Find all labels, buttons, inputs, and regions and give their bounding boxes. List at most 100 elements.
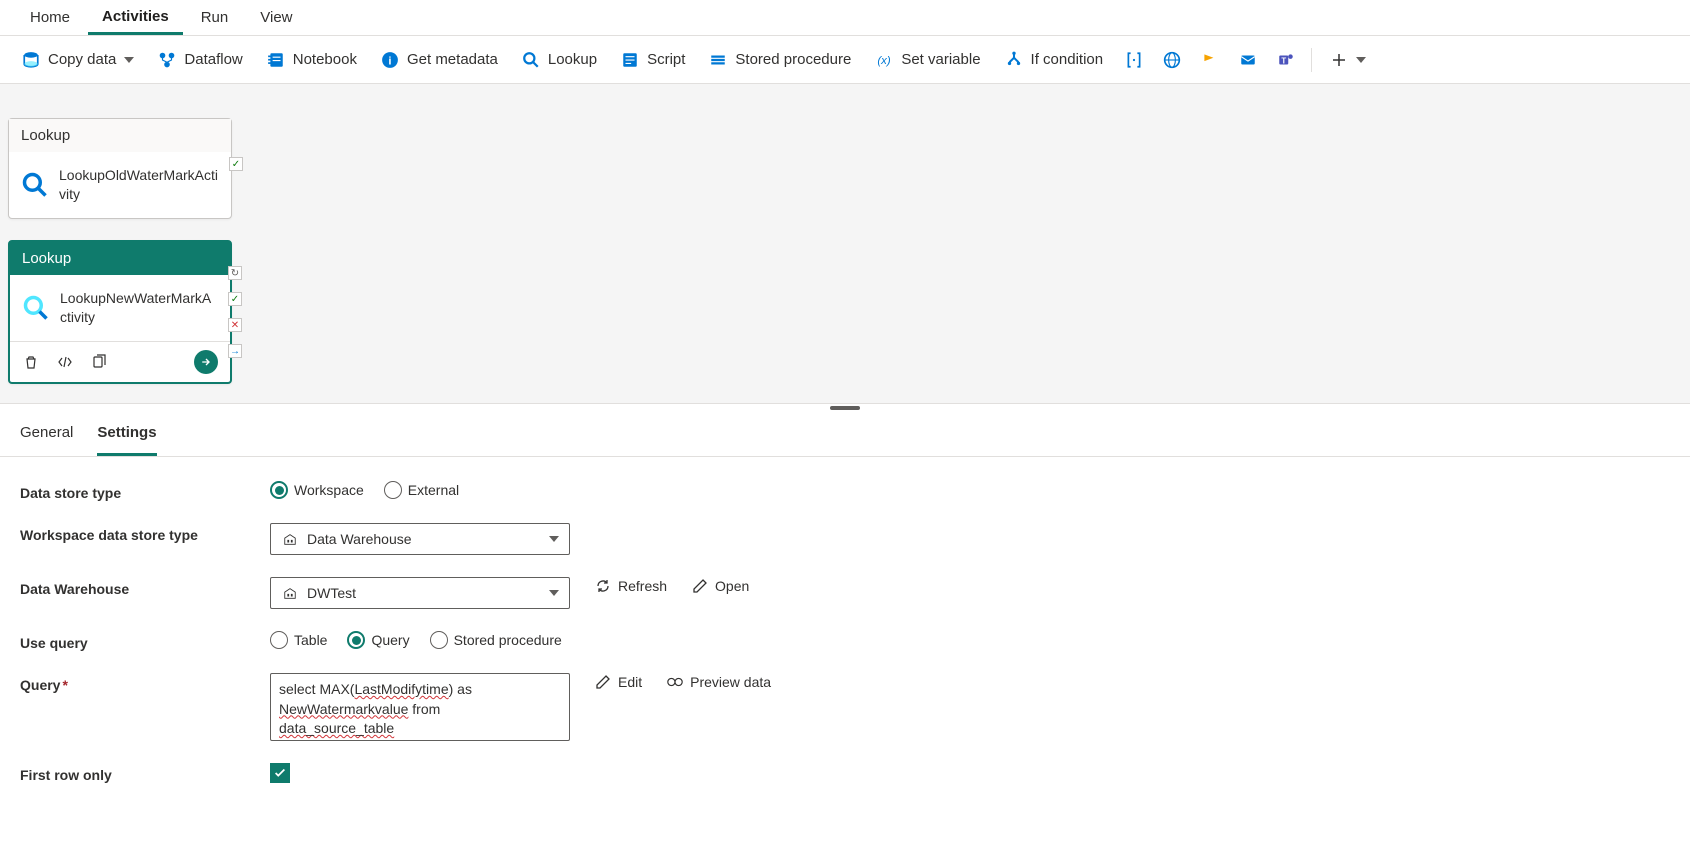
radio-external-label: External <box>408 482 459 498</box>
warehouse-icon <box>281 530 299 548</box>
activity-name-label: LookupOldWaterMarkActivity <box>59 166 219 204</box>
radio-stored-procedure[interactable]: Stored procedure <box>430 631 562 649</box>
variable-icon: (x) <box>875 51 893 69</box>
search-icon <box>22 294 50 322</box>
preview-icon <box>666 673 684 691</box>
dataflow-icon <box>158 51 176 69</box>
settings-panel: Data store type Workspace External Works… <box>0 457 1690 829</box>
menu-activities[interactable]: Activities <box>88 1 183 35</box>
toolbar-get-metadata[interactable]: i Get metadata <box>371 46 508 74</box>
teams-icon: T <box>1277 51 1295 69</box>
toolbar-if-condition-label: If condition <box>1031 51 1104 68</box>
mail-icon <box>1239 51 1257 69</box>
activity-type-label: Lookup <box>9 119 231 152</box>
radio-workspace[interactable]: Workspace <box>270 481 364 499</box>
splitter-handle[interactable] <box>0 404 1690 412</box>
toolbar-dataflow-label: Dataflow <box>184 51 242 68</box>
edit-label: Edit <box>618 674 642 690</box>
rerun-badge-icon[interactable]: ↻ <box>228 266 242 280</box>
tab-general[interactable]: General <box>20 412 73 456</box>
tab-settings[interactable]: Settings <box>97 412 156 456</box>
toolbar-more-3[interactable] <box>1231 46 1265 74</box>
radio-query[interactable]: Query <box>347 631 409 649</box>
required-star-icon: * <box>62 677 67 693</box>
toolbar-script[interactable]: Script <box>611 46 695 74</box>
toolbar-lookup[interactable]: Lookup <box>512 46 607 74</box>
svg-text:i: i <box>388 55 391 67</box>
edit-icon <box>691 577 709 595</box>
toolbar-stored-procedure-label: Stored procedure <box>735 51 851 68</box>
notebook-icon <box>267 51 285 69</box>
stored-procedure-icon <box>709 51 727 69</box>
toolbar-stored-procedure[interactable]: Stored procedure <box>699 46 861 74</box>
toolbar-script-label: Script <box>647 51 685 68</box>
menu-home[interactable]: Home <box>16 2 84 33</box>
brackets-icon <box>1125 51 1143 69</box>
toolbar-set-variable[interactable]: (x) Set variable <box>865 46 990 74</box>
toolbar-notebook[interactable]: Notebook <box>257 46 367 74</box>
chevron-down-icon <box>549 536 559 542</box>
toolbar-lookup-label: Lookup <box>548 51 597 68</box>
edit-query-button[interactable]: Edit <box>594 673 642 691</box>
radio-external[interactable]: External <box>384 481 459 499</box>
toolbar-copy-data-label: Copy data <box>48 51 116 68</box>
refresh-label: Refresh <box>618 578 667 594</box>
menu-run[interactable]: Run <box>187 2 243 33</box>
success-badge-icon[interactable]: ✓ <box>228 292 242 306</box>
flag-icon <box>1201 51 1219 69</box>
success-badge-icon[interactable]: ✓ <box>229 157 243 171</box>
dropdown-workspace-ds-type[interactable]: Data Warehouse <box>270 523 570 555</box>
chevron-down-icon <box>124 57 134 63</box>
refresh-button[interactable]: Refresh <box>594 577 667 595</box>
chevron-down-icon <box>1356 57 1366 63</box>
toolbar-web[interactable] <box>1155 46 1189 74</box>
activity-node-lookup-old-watermark[interactable]: Lookup LookupOldWaterMarkActivity ✓ <box>8 118 232 219</box>
fail-badge-icon[interactable]: ✕ <box>228 318 242 332</box>
label-first-row-only: First row only <box>20 763 270 783</box>
script-icon <box>621 51 639 69</box>
info-icon: i <box>381 51 399 69</box>
activity-name-label: LookupNewWaterMarkActivity <box>60 289 218 327</box>
skip-badge-icon[interactable]: → <box>228 344 242 358</box>
activity-node-lookup-new-watermark[interactable]: Lookup LookupNewWaterMarkActivity ↻ ✓ ✕ … <box>8 240 232 384</box>
preview-data-label: Preview data <box>690 674 771 690</box>
radio-table[interactable]: Table <box>270 631 327 649</box>
toolbar-dataflow[interactable]: Dataflow <box>148 46 252 74</box>
svg-text:(x): (x) <box>878 55 892 67</box>
chevron-down-icon <box>549 590 559 596</box>
pipeline-canvas[interactable]: Lookup LookupOldWaterMarkActivity ✓ Look… <box>0 84 1690 404</box>
radio-table-label: Table <box>294 632 327 648</box>
warehouse-icon <box>281 584 299 602</box>
toolbar-if-condition[interactable]: If condition <box>995 46 1114 74</box>
settings-tab-bar: General Settings <box>0 412 1690 457</box>
code-icon[interactable] <box>56 353 74 371</box>
run-button[interactable] <box>194 350 218 374</box>
refresh-icon <box>594 577 612 595</box>
radio-stored-procedure-label: Stored procedure <box>454 632 562 648</box>
toolbar-more-1[interactable] <box>1117 46 1151 74</box>
plus-icon <box>1330 51 1348 69</box>
query-textarea[interactable]: select MAX(LastModifytime) as NewWaterma… <box>270 673 570 741</box>
toolbar-set-variable-label: Set variable <box>901 51 980 68</box>
toolbar-get-metadata-label: Get metadata <box>407 51 498 68</box>
checkbox-first-row-only[interactable] <box>270 763 290 783</box>
delete-icon[interactable] <box>22 353 40 371</box>
toolbar-more-2[interactable] <box>1193 46 1227 74</box>
globe-icon <box>1163 51 1181 69</box>
database-icon <box>22 51 40 69</box>
toolbar-add[interactable] <box>1320 46 1376 74</box>
open-label: Open <box>715 578 749 594</box>
label-query: Query* <box>20 673 270 693</box>
label-data-store-type: Data store type <box>20 481 270 501</box>
toolbar-separator <box>1311 48 1312 72</box>
toolbar-copy-data[interactable]: Copy data <box>12 46 144 74</box>
dropdown-data-warehouse[interactable]: DWTest <box>270 577 570 609</box>
dropdown-value: Data Warehouse <box>307 531 412 547</box>
branch-icon <box>1005 51 1023 69</box>
svg-text:T: T <box>1281 56 1286 65</box>
toolbar-teams[interactable]: T <box>1269 46 1303 74</box>
preview-data-button[interactable]: Preview data <box>666 673 771 691</box>
open-button[interactable]: Open <box>691 577 749 595</box>
copy-icon[interactable] <box>90 353 108 371</box>
menu-view[interactable]: View <box>246 2 306 33</box>
